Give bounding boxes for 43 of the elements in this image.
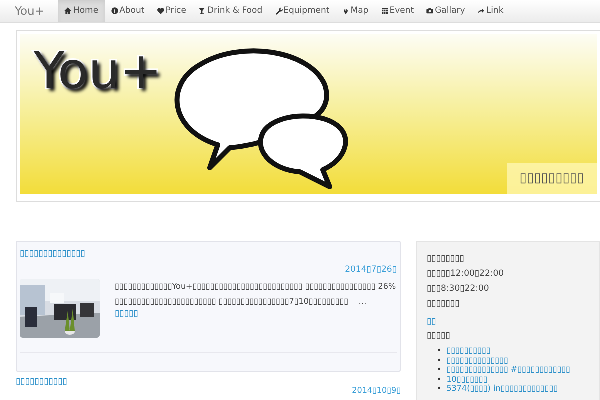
- calendar-icon: [380, 7, 389, 15]
- info-icon: [110, 7, 119, 15]
- post-title[interactable]: ▯▯▯▯▯▯▯▯▯▯▯: [16, 377, 401, 387]
- info-text: ▯▯▯▯▯12:00▯22:00: [427, 269, 506, 280]
- nav-tab[interactable]: Equipment: [268, 0, 336, 22]
- list-link[interactable]: ▯▯▯▯▯▯▯▯▯▯: [446, 346, 491, 356]
- info-text: ▯▯▯▯▯▯▯: [427, 299, 461, 310]
- bullet: •: [437, 374, 442, 384]
- info-text: ▯▯▯8:30▯22:00: [427, 284, 490, 295]
- share-icon: [477, 7, 486, 15]
- wrench-icon: [274, 7, 283, 15]
- sidebar-heading: ▯▯▯▯▯: [427, 331, 452, 342]
- post-date: 2014▯7▯26▯: [344, 265, 397, 275]
- nav-tab[interactable]: Map: [336, 0, 375, 22]
- nav-tab[interactable]: Gallary: [420, 0, 472, 22]
- nav-tab[interactable]: Price: [150, 0, 192, 22]
- glass-icon: [198, 7, 206, 15]
- pin-icon: [342, 7, 350, 15]
- bullet: •: [437, 346, 442, 356]
- nav-tab[interactable]: Drink & Food: [192, 0, 269, 22]
- bullet: •: [437, 356, 442, 365]
- list-link[interactable]: 5374(▯▯▯▯) in▯▯▯▯▯▯▯▯▯▯▯▯▯: [446, 384, 558, 394]
- bullet: •: [437, 365, 442, 374]
- post-date: 2014▯10▯9▯: [351, 387, 401, 395]
- post-title[interactable]: ▯▯▯▯▯▯▯▯▯▯▯▯▯▯: [20, 249, 397, 259]
- list-link[interactable]: ▯▯▯▯▯▯▯▯▯▯▯▯▯▯: [446, 356, 508, 365]
- nav-tab[interactable]: Event: [374, 0, 420, 22]
- heart-icon: [156, 7, 165, 15]
- nav-tab[interactable]: Link: [471, 0, 510, 22]
- banner-title: You+: [34, 46, 162, 96]
- read-more-link[interactable]: ▯▯▯▯▯: [115, 309, 138, 319]
- nav-tab[interactable]: About: [104, 0, 151, 22]
- post-excerpt: ▯▯▯▯▯▯▯▯▯▯▯▯▯You+▯▯▯▯▯▯▯▯▯▯▯▯▯▯▯▯▯▯▯▯▯▯▯▯▯ ▯▯▯▯▯▯▯▯▯▯▯▯▯▯▯▯ 26%▯▯▯▯▯▯▯▯▯▯▯▯▯▯▯▯▯▯▯▯▯▯▯ ▯▯▯▯▯▯▯▯▯▯▯▯▯▯▯▯7▯10▯▯▯▯▯▯▯▯▯ …: [115, 281, 398, 308]
- camera-icon: [426, 7, 434, 15]
- brand-name[interactable]: You+: [0, 0, 58, 22]
- nav-tab[interactable]: Home: [58, 0, 105, 22]
- home-icon: [64, 7, 72, 15]
- list-link[interactable]: ▯▯▯▯▯▯▯▯▯▯▯▯▯▯ #▯▯▯▯▯▯▯▯▯▯▯▯: [446, 365, 570, 374]
- info-text: ▯▯▯▯▯▯▯▯: [427, 254, 466, 265]
- bullet: •: [437, 384, 442, 394]
- banner-caption: ▯▯▯▯▯▯▯▯▯: [507, 163, 597, 194]
- sidebar-link[interactable]: ▯▯: [427, 317, 436, 327]
- list-link[interactable]: 10▯▯▯▯▯▯▯: [446, 374, 488, 384]
